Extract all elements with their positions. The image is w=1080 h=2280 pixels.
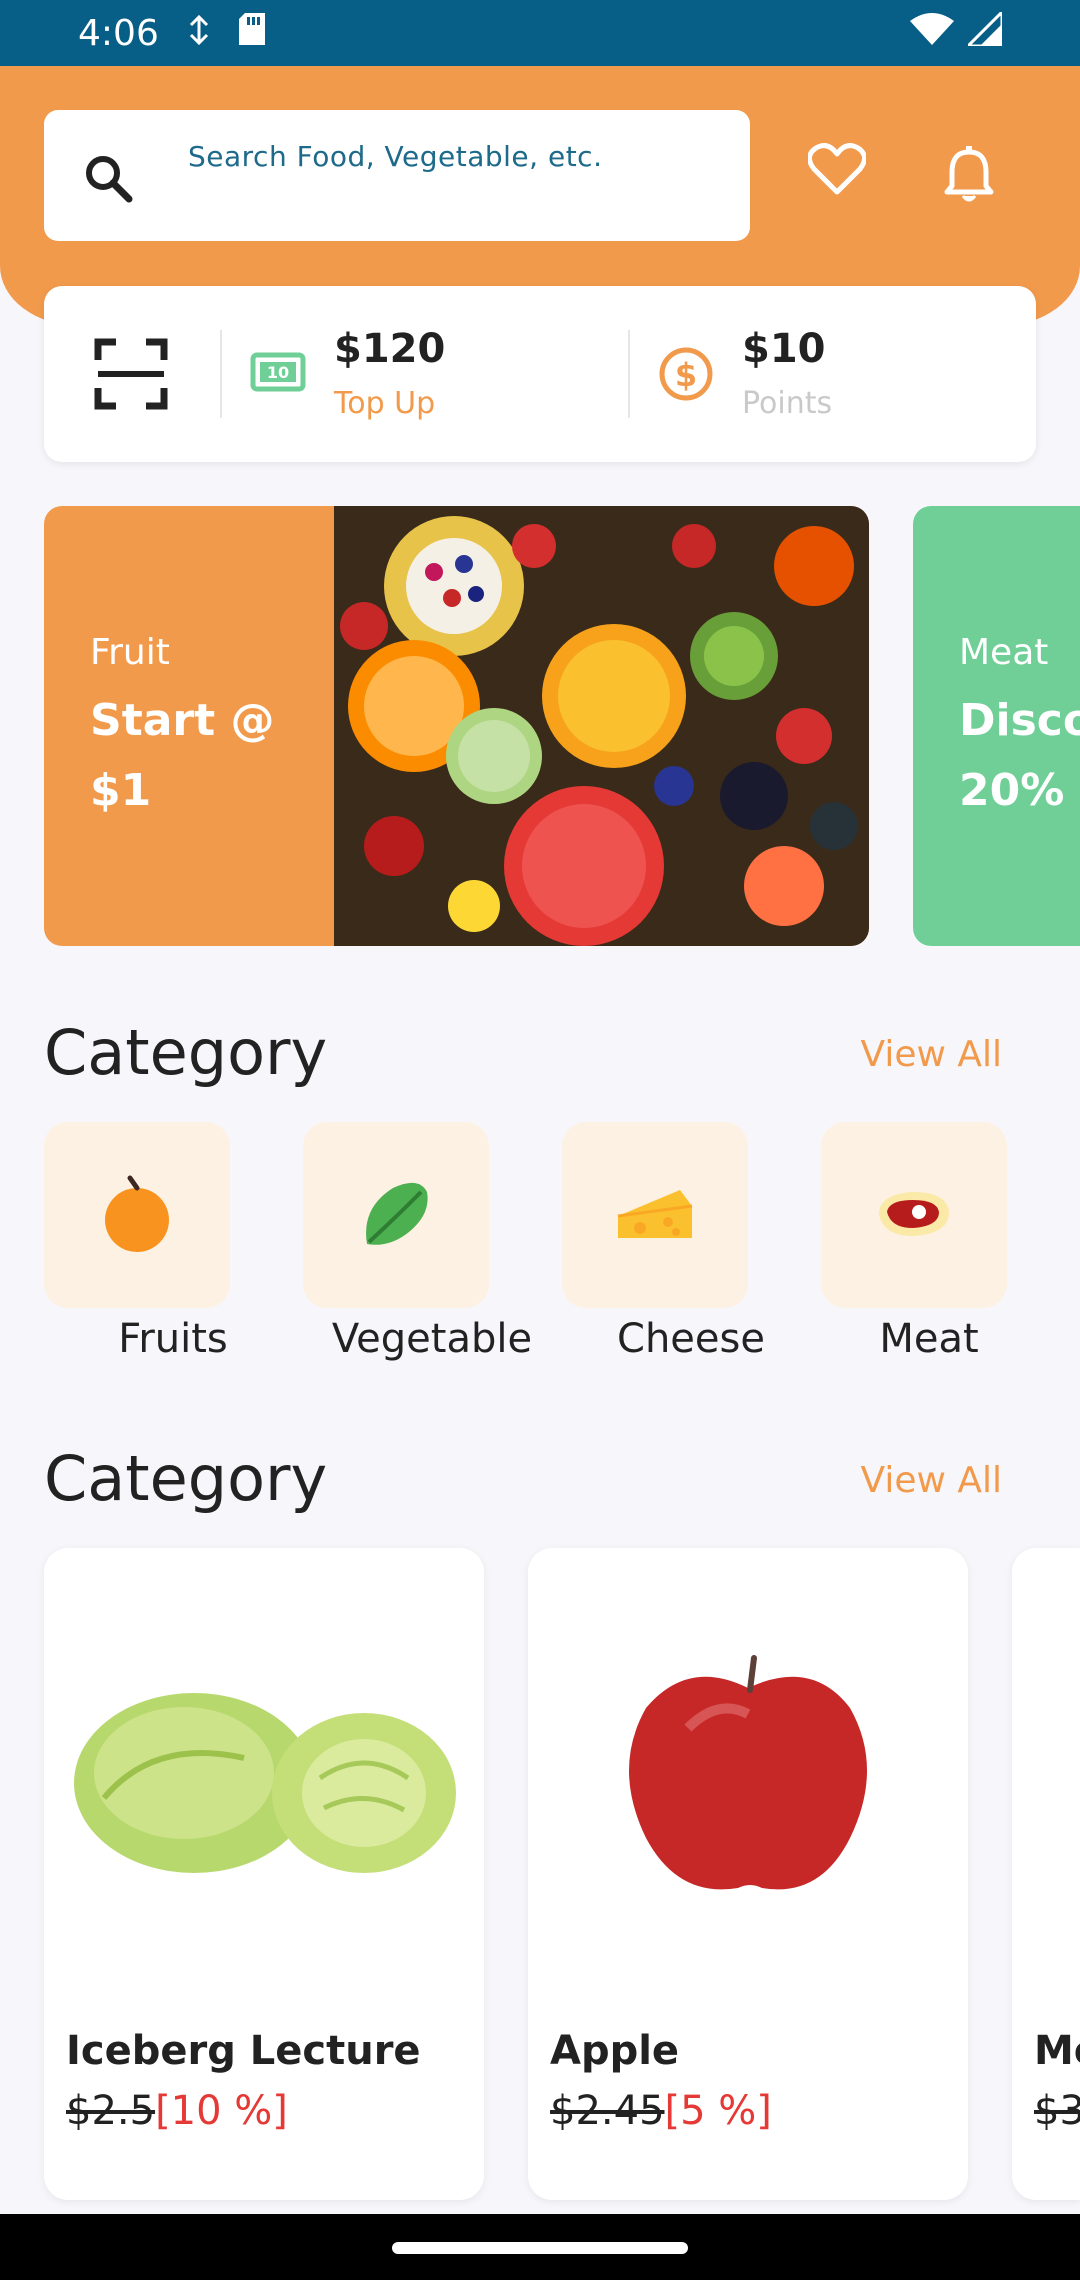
sd-card-icon — [238, 12, 265, 54]
product-price-row: $3 — [1034, 2088, 1080, 2134]
promo-banner-meat[interactable]: Meat Discou 20% — [913, 506, 1080, 946]
points-label: Points — [742, 386, 833, 421]
wallet-divider — [220, 330, 222, 418]
discount-badge: [5 %] — [664, 2088, 772, 2134]
category-label: Vegetable — [331, 1316, 533, 1362]
search-icon — [82, 152, 134, 208]
category-label: Fruits — [118, 1316, 228, 1362]
home-gesture-handle[interactable] — [392, 2242, 688, 2254]
products-section-title: Category — [44, 1442, 328, 1515]
banner-kicker: Meat — [959, 632, 1049, 673]
top-up-link[interactable]: Top Up — [334, 386, 435, 421]
category-label: Cheese — [617, 1316, 765, 1362]
product-card[interactable]: Me $3 — [1012, 1548, 1080, 2200]
wallet-divider — [628, 330, 630, 418]
cheese-icon — [617, 1190, 693, 1238]
original-price: $2.5 — [66, 2088, 156, 2134]
fruit-platter-image — [334, 506, 869, 946]
product-name: Me — [1034, 2028, 1080, 2074]
promo-banner-fruit[interactable]: Fruit Start @ $1 — [44, 506, 869, 946]
banner-headline: Discou 20% — [959, 695, 1080, 816]
notification-bell-icon[interactable] — [944, 146, 994, 208]
favorites-heart-icon[interactable] — [807, 142, 867, 200]
product-price-row: $2.45[5 %] — [550, 2088, 772, 2134]
signal-icon — [964, 7, 1004, 55]
banner-kicker: Fruit — [90, 632, 170, 673]
status-time: 4:06 — [78, 12, 159, 54]
category-tile-vegetable[interactable] — [303, 1122, 489, 1308]
cash-icon: 10 — [250, 352, 306, 396]
products-view-all-link[interactable]: View All — [860, 1460, 1002, 1501]
svg-text:$: $ — [675, 356, 697, 394]
category-view-all-link[interactable]: View All — [860, 1034, 1002, 1075]
category-tile-cheese[interactable] — [562, 1122, 748, 1308]
banner-headline: Start @ $1 — [90, 695, 275, 816]
wallet-points: $10 — [742, 326, 826, 372]
system-nav-bar — [0, 2214, 1080, 2280]
dollar-coin-icon: $ — [658, 346, 714, 406]
lettuce-icon — [366, 1182, 428, 1245]
product-name: Apple — [550, 2028, 680, 2074]
wallet-balance: $120 — [334, 326, 446, 372]
scan-qr-icon[interactable] — [94, 338, 168, 414]
category-tile-fruits[interactable] — [44, 1122, 230, 1308]
product-price-row: $2.5[10 %] — [66, 2088, 288, 2134]
category-label: Meat — [879, 1316, 979, 1362]
apple-image — [528, 1618, 968, 1938]
orange-icon — [105, 1175, 169, 1252]
iceberg-lettuce-image — [44, 1618, 484, 1938]
product-card[interactable]: Iceberg Lecture $2.5[10 %] — [44, 1548, 484, 2200]
wallet-card: 10 $120 Top Up $ $10 Points — [44, 286, 1036, 462]
search-placeholder: Search Food, Vegetable, etc. — [188, 140, 603, 173]
svg-text:10: 10 — [267, 363, 289, 382]
steak-icon — [879, 1192, 949, 1236]
category-section-title: Category — [44, 1016, 328, 1089]
category-tile-meat[interactable] — [821, 1122, 1007, 1308]
product-card[interactable]: Apple $2.45[5 %] — [528, 1548, 968, 2200]
original-price: $3 — [1034, 2088, 1080, 2134]
wifi-icon — [910, 12, 954, 54]
data-saver-icon — [187, 13, 211, 54]
original-price: $2.45 — [550, 2088, 665, 2134]
product-name: Iceberg Lecture — [66, 2028, 421, 2074]
discount-badge: [10 %] — [155, 2088, 288, 2134]
search-input[interactable]: Search Food, Vegetable, etc. — [44, 110, 750, 241]
status-bar: 4:06 — [0, 0, 1080, 66]
